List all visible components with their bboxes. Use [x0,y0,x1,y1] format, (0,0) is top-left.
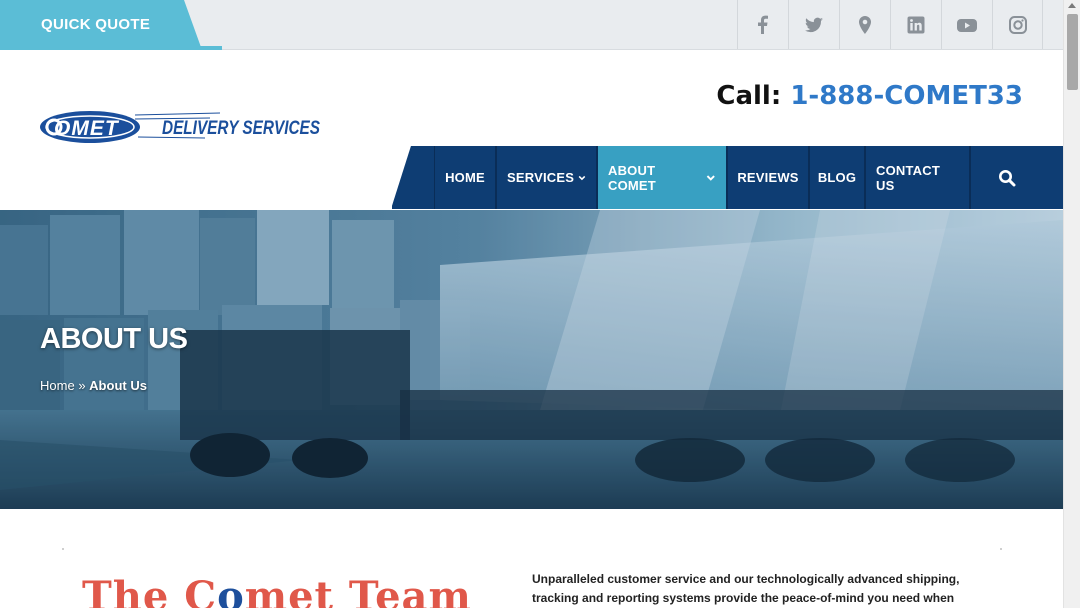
team-heading-o: o [217,573,245,608]
nav-label-blog: BLOG [817,170,857,185]
breadcrumb-home-link[interactable]: Home [40,378,75,393]
social-links [737,0,1043,49]
page-title: ABOUT US [40,323,188,355]
youtube-icon [957,18,977,32]
search-icon [998,169,1015,186]
chevron-down-icon [707,174,716,181]
intro-paragraph: Unparalleled customer service and our te… [532,570,972,608]
nav-item-contact-us[interactable]: CONTACT US [865,146,970,209]
youtube-link[interactable] [941,0,992,49]
breadcrumb-separator: » [78,378,86,393]
hero-banner: ABOUT US Home » About Us [0,210,1063,509]
divider-dot [1000,548,1002,550]
team-heading-part1: The C [82,573,218,608]
call-label: Call: [716,81,782,111]
scroll-up-arrow-icon[interactable] [1068,3,1076,8]
facebook-icon [758,15,768,34]
scrollbar-thumb[interactable] [1067,14,1078,90]
nav-search-button[interactable] [970,146,1042,209]
linkedin-link[interactable] [890,0,941,49]
breadcrumb-current: About Us [89,378,147,393]
twitter-icon [805,17,823,32]
site-header: OMET DELIVERY SERVICES Call: 1-888-COMET… [0,50,1063,210]
nav-label-reviews: REVIEWS [737,170,799,185]
phone-number[interactable]: 1-888-COMET33 [790,81,1023,111]
main-nav: HOME SERVICES ABOUT COMET REVIEWS BLOG C… [434,146,1042,209]
quick-quote-button[interactable]: QUICK QUOTE [0,0,222,50]
nav-item-about-comet[interactable]: ABOUT COMET [597,146,727,209]
page: QUICK QUOTE OMET DELIVERY SERVICES Call:… [0,0,1080,608]
team-heading: The Comet Team [82,573,472,608]
nav-item-reviews[interactable]: REVIEWS [727,146,809,209]
divider-dot [62,548,64,550]
linkedin-icon [907,16,925,33]
comet-logo-graphic: OMET DELIVERY SERVICES [40,111,320,143]
instagram-link[interactable] [992,0,1043,49]
svg-text:DELIVERY SERVICES: DELIVERY SERVICES [162,118,320,139]
nav-label-contact-us: CONTACT US [876,162,940,193]
breadcrumb: Home » About Us [40,378,147,393]
nav-item-blog[interactable]: BLOG [809,146,865,209]
chevron-down-icon [578,175,586,180]
nav-label-about-comet: ABOUT COMET [608,162,656,193]
nav-item-services[interactable]: SERVICES [496,146,597,209]
location-link[interactable] [839,0,890,49]
location-pin-icon [859,15,871,34]
facebook-link[interactable] [737,0,788,49]
instagram-icon [1008,15,1027,34]
site-logo[interactable]: OMET DELIVERY SERVICES [40,109,325,145]
nav-item-home[interactable]: HOME [434,146,496,209]
nav-label-services: SERVICES [507,170,575,185]
top-bar: QUICK QUOTE [0,0,1063,50]
call-phone[interactable]: Call: 1-888-COMET33 [716,81,1023,111]
twitter-link[interactable] [788,0,839,49]
intro-line-1: Unparalleled customer service and our te… [532,572,960,586]
quick-quote-label: QUICK QUOTE [41,16,151,33]
hero-truck-image [0,210,1063,509]
page-scrollbar[interactable] [1063,0,1080,608]
about-content: The Comet Team Unparalleled customer ser… [0,509,1063,608]
intro-line-2: tracking and reporting systems provide t… [532,591,955,605]
nav-label-home: HOME [445,170,485,185]
svg-text:OMET: OMET [54,117,120,140]
team-heading-part2: met Team [244,573,472,608]
